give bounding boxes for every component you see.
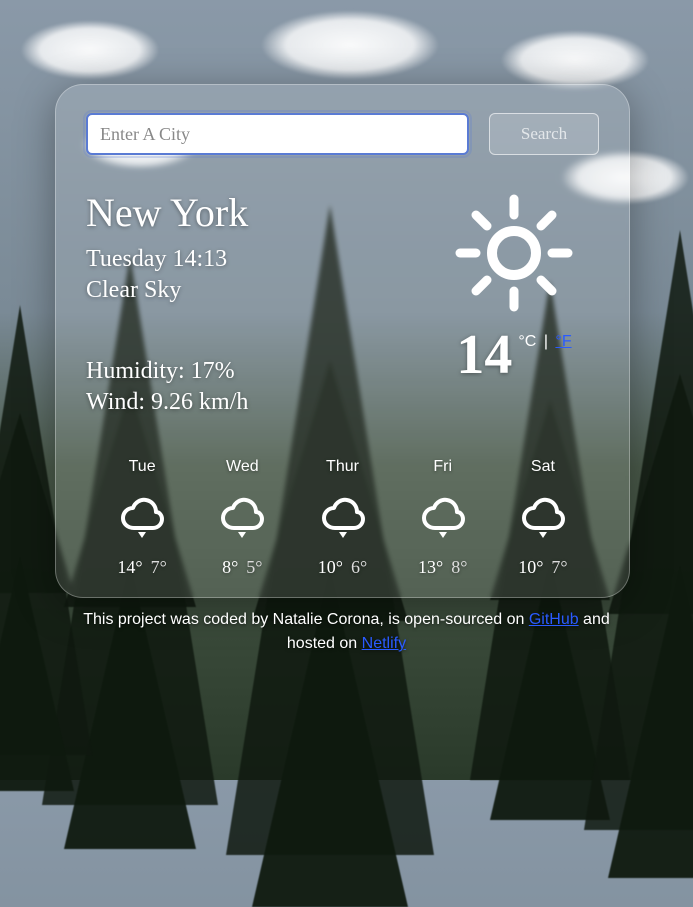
cloud-icon <box>417 490 469 547</box>
cloud-icon <box>116 490 168 547</box>
forecast-hi: 10° <box>518 557 543 578</box>
wind-value: 9.26 km/h <box>151 389 248 415</box>
forecast-hi: 13° <box>418 557 443 578</box>
forecast-day-label: Thur <box>326 458 359 476</box>
netlify-link[interactable]: Netlify <box>362 635 406 652</box>
forecast-lo: 8° <box>451 557 467 578</box>
humidity-label: Humidity: <box>86 358 185 384</box>
wind-row: Wind: 9.26 km/h <box>86 389 429 416</box>
search-row: Search <box>86 113 599 155</box>
forecast-day: Wed 8° 5° <box>192 458 292 578</box>
humidity-row: Humidity: 17% <box>86 358 429 385</box>
weather-card: Search New York Tuesday 14:13 Clear Sky … <box>55 84 630 598</box>
footer: This project was coded by Natalie Corona… <box>0 608 693 656</box>
current-condition: Clear Sky <box>86 277 429 304</box>
forecast-hi: 10° <box>318 557 343 578</box>
search-button[interactable]: Search <box>489 113 599 155</box>
forecast-day-label: Fri <box>433 458 452 476</box>
forecast-day: Sat 10° 7° <box>493 458 593 578</box>
wind-label: Wind: <box>86 389 145 415</box>
forecast-hi: 8° <box>222 557 238 578</box>
current-temperature: 14 <box>456 327 512 383</box>
unit-fahrenheit[interactable]: °F <box>555 333 571 350</box>
unit-celsius[interactable]: °C <box>518 333 536 350</box>
github-link[interactable]: GitHub <box>529 611 579 628</box>
humidity-value: 17% <box>191 358 235 384</box>
unit-toggle: °C | °F <box>518 333 571 351</box>
forecast-lo: 6° <box>351 557 367 578</box>
forecast-day: Thur 10° 6° <box>292 458 392 578</box>
forecast-day: Tue 14° 7° <box>92 458 192 578</box>
forecast-hi: 14° <box>117 557 142 578</box>
forecast-day-label: Tue <box>129 458 156 476</box>
forecast-day-label: Wed <box>226 458 259 476</box>
cloud-icon <box>216 490 268 547</box>
cloud-icon <box>517 490 569 547</box>
city-name: New York <box>86 189 429 236</box>
forecast-lo: 7° <box>551 557 567 578</box>
unit-separator: | <box>541 333 551 350</box>
forecast-lo: 5° <box>246 557 262 578</box>
forecast-row: Tue 14° 7° Wed 8° 5° Thur <box>86 458 599 578</box>
sun-icon <box>454 193 574 313</box>
forecast-day-label: Sat <box>531 458 555 476</box>
city-search-input[interactable] <box>86 113 469 155</box>
forecast-day: Fri 13° 8° <box>393 458 493 578</box>
forecast-lo: 7° <box>151 557 167 578</box>
cloud-icon <box>317 490 369 547</box>
footer-text-pre: This project was coded by Natalie Corona… <box>83 611 529 628</box>
current-datetime: Tuesday 14:13 <box>86 246 429 273</box>
